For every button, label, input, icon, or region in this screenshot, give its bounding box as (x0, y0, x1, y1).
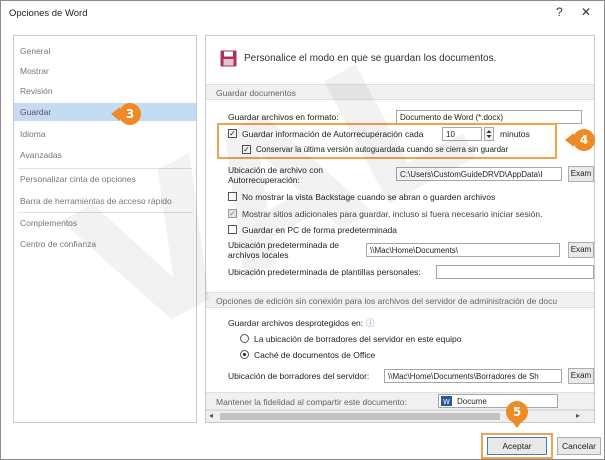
sidebar-item-idioma[interactable]: Idioma (14, 125, 196, 143)
page-header: Personalice el modo en que se guardan lo… (244, 53, 497, 64)
sidebar-item-revision[interactable]: Revisión (14, 82, 196, 100)
horizontal-scrollbar[interactable]: ◂ ▸ (206, 410, 594, 422)
default-location-label: Ubicación predeterminada de archivos loc… (228, 240, 340, 260)
template-location-label: Ubicación predeterminada de plantillas p… (228, 267, 421, 277)
fidelity-document-select[interactable]: Docume (438, 394, 558, 408)
browse-drafts-button[interactable]: Exam (568, 368, 594, 384)
drafts-location-input[interactable]: \\Mac\Home\Documents\Borradores de Sh (384, 369, 562, 383)
save-icon (220, 50, 237, 67)
office-cache-label: Caché de documentos de Office (254, 350, 376, 360)
sidebar-item-trust-center[interactable]: Centro de confianza (14, 235, 196, 253)
callout-4-badge: 4 (573, 129, 595, 151)
sidebar-divider (18, 168, 192, 169)
server-drafts-label: La ubicación de borradores del servidor … (254, 334, 462, 344)
no-backstage-label: No mostrar la vista Backstage cuando se … (242, 192, 496, 202)
svg-text:W: W (443, 398, 450, 406)
sidebar-item-quick-access[interactable]: Barra de herramientas de acceso rápido (14, 192, 196, 210)
scrollbar-thumb[interactable] (220, 413, 500, 420)
save-format-label: Guardar archivos en formato: (228, 112, 339, 122)
autorecover-location-label: Ubicación de archivo con Autorrecuperaci… (228, 165, 323, 185)
section-offline-editing: Opciones de edición sin conexión para lo… (206, 292, 594, 308)
sidebar-divider (18, 212, 192, 213)
template-location-input[interactable] (436, 265, 594, 279)
sidebar-item-mostrar[interactable]: Mostrar (14, 62, 196, 80)
sidebar-item-general[interactable]: General (14, 42, 196, 60)
cancel-button[interactable]: Cancelar (557, 437, 601, 455)
callout-3-badge: 3 (119, 103, 141, 125)
office-cache-radio[interactable] (240, 350, 249, 359)
section-save-documents: Guardar documentos (206, 84, 594, 100)
close-button[interactable]: ✕ (581, 5, 591, 19)
help-button[interactable]: ? (556, 5, 563, 19)
options-content: Personalice el modo en que se guardan lo… (205, 35, 595, 423)
save-format-select[interactable]: Documento de Word (*.docx) (396, 110, 582, 124)
browse-default-location-button[interactable]: Exam (568, 242, 594, 258)
callout-pointer (511, 420, 523, 428)
callout-4-highlight (217, 123, 557, 159)
show-extra-locations-label: Mostrar sitios adicionales para guardar,… (242, 209, 543, 219)
show-extra-locations-checkbox[interactable]: ✓ (228, 209, 237, 218)
info-icon: ⓘ (366, 318, 375, 328)
autorecover-location-input[interactable]: C:\Users\CustomGuideDRVD\AppData\I (396, 167, 562, 181)
options-sidebar: General Mostrar Revisión Guardar Idioma … (13, 35, 197, 423)
sidebar-item-avanzadas[interactable]: Avanzadas (14, 146, 196, 164)
sidebar-item-complementos[interactable]: Complementos (14, 214, 196, 232)
no-backstage-checkbox[interactable] (228, 192, 237, 201)
scroll-left-icon[interactable]: ◂ (209, 411, 213, 420)
scroll-right-icon[interactable]: ▸ (576, 411, 580, 420)
drafts-location-label: Ubicación de borradores del servidor: (228, 371, 370, 381)
title-bar: Opciones de Word ? ✕ (1, 1, 604, 27)
sidebar-item-guardar[interactable]: Guardar (14, 103, 196, 121)
sidebar-item-ribbon[interactable]: Personalizar cinta de opciones (14, 170, 196, 188)
save-to-pc-checkbox[interactable] (228, 225, 237, 234)
callout-pointer (565, 133, 574, 147)
dialog-title: Opciones de Word (9, 8, 88, 19)
checked-out-label: Guardar archivos desprotegidos en: (228, 318, 364, 328)
word-options-dialog: Opciones de Word ? ✕ General Mostrar Rev… (0, 0, 605, 460)
save-to-pc-label: Guardar en PC de forma predeterminada (242, 225, 397, 235)
ok-button[interactable]: Aceptar (487, 437, 547, 455)
server-drafts-radio[interactable] (240, 334, 249, 343)
word-document-icon: W (441, 396, 452, 406)
default-location-input[interactable]: \\Mac\Home\Documents\ (366, 243, 560, 257)
browse-autorecover-button[interactable]: Exam (568, 166, 594, 182)
